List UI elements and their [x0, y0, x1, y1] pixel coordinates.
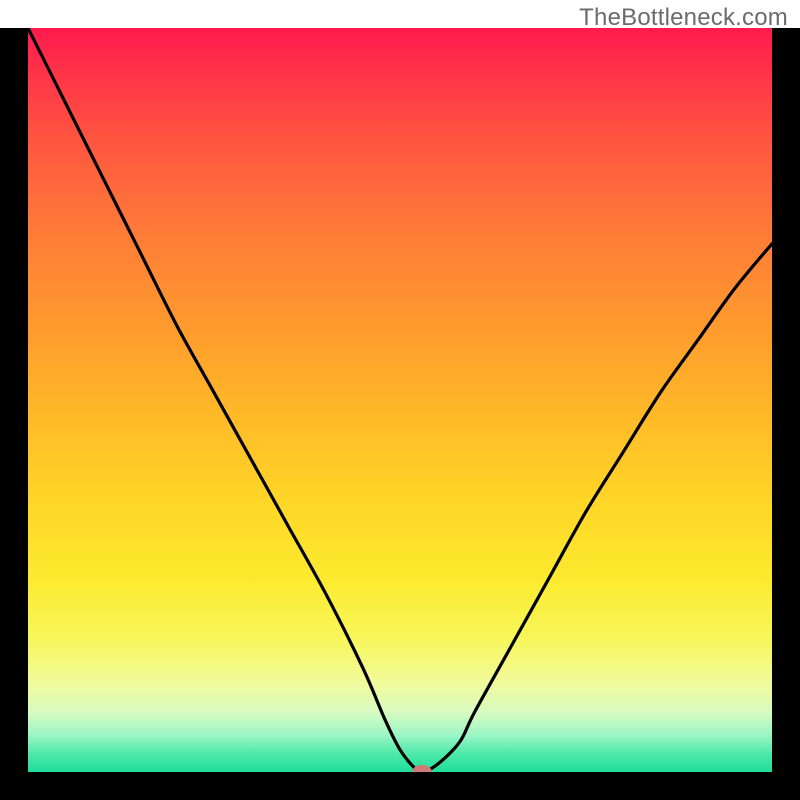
chart-frame	[0, 28, 800, 800]
chart-container: TheBottleneck.com	[0, 0, 800, 800]
watermark-text: TheBottleneck.com	[579, 4, 788, 32]
plot-area	[28, 28, 772, 772]
optimum-marker	[412, 765, 432, 772]
curve-svg	[28, 28, 772, 772]
bottleneck-curve	[28, 28, 772, 772]
